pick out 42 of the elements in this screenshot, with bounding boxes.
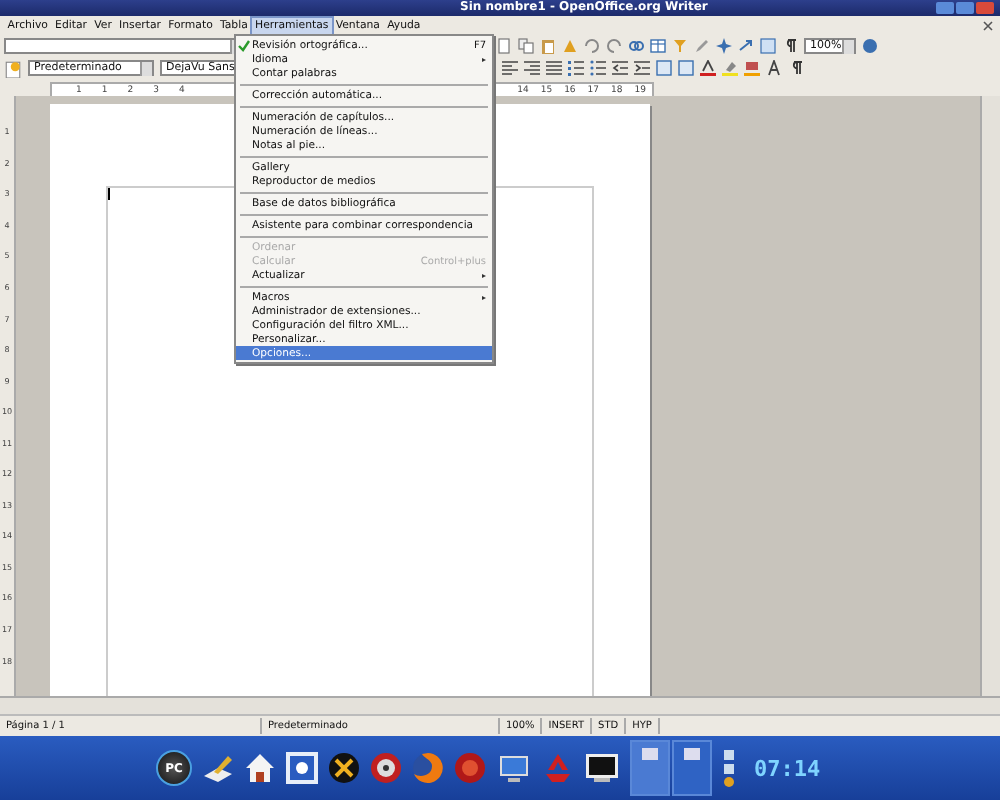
close-icon[interactable] [982, 19, 994, 31]
box-icon[interactable] [656, 60, 672, 76]
compass-icon[interactable] [716, 37, 732, 53]
indent-icon[interactable] [634, 60, 650, 76]
clipboard-icon[interactable] [540, 37, 556, 53]
redo-icon[interactable] [606, 37, 622, 53]
copy-icon[interactable] [518, 37, 534, 53]
numbered-list-icon[interactable] [568, 60, 584, 76]
highlight-icon[interactable] [722, 60, 738, 76]
house-icon[interactable] [244, 752, 276, 784]
table-icon[interactable] [650, 37, 666, 53]
pilcrow-icon[interactable] [788, 60, 804, 76]
font-color-icon[interactable] [700, 60, 716, 76]
clock: 07:14 [754, 755, 821, 781]
help-icon[interactable] [862, 37, 878, 53]
terminal-icon[interactable] [584, 752, 620, 784]
align-right-icon[interactable] [524, 60, 540, 76]
submenu-arrow-icon [482, 295, 486, 299]
bullet-list-icon[interactable] [590, 60, 606, 76]
pilcrow-icon[interactable] [782, 37, 798, 53]
box-icon[interactable] [678, 60, 694, 76]
window-icon[interactable] [760, 37, 776, 53]
vertical-scrollbar[interactable] [980, 96, 1000, 696]
monitor-icon[interactable] [496, 752, 532, 784]
horizontal-scrollbar[interactable] [0, 696, 1000, 714]
disc-icon[interactable] [370, 752, 402, 784]
arrow-icon[interactable] [738, 37, 754, 53]
undo-icon[interactable] [584, 37, 600, 53]
link-icon[interactable] [628, 37, 644, 53]
submenu-arrow-icon [482, 273, 486, 277]
document-icon[interactable] [496, 37, 512, 53]
justify-icon[interactable] [546, 60, 562, 76]
submenu-arrow-icon [482, 57, 486, 61]
text-cursor [108, 188, 110, 200]
letter-icon[interactable] [766, 60, 782, 76]
pen-paper-icon[interactable] [202, 752, 234, 784]
check-icon [238, 40, 250, 52]
tray-icon[interactable] [722, 749, 736, 787]
ring-icon[interactable] [454, 752, 486, 784]
styles-icon[interactable] [4, 59, 22, 77]
align-left-icon[interactable] [502, 60, 518, 76]
outdent-icon[interactable] [612, 60, 628, 76]
